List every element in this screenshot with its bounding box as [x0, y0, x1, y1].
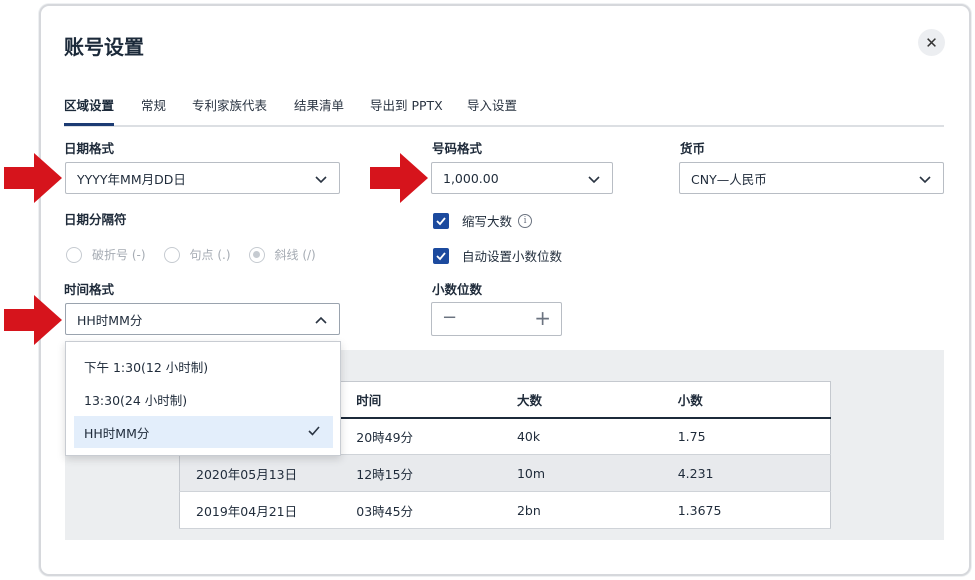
auto-decimals-label: 自动设置小数位数 — [462, 249, 563, 264]
abbreviate-large-checkbox[interactable]: 缩写大数 i — [433, 211, 533, 230]
date-format-value: YYYY年MM月DD日 — [77, 171, 186, 187]
chevron-down-icon — [315, 176, 327, 184]
currency-label: 货币 — [680, 141, 706, 156]
plus-button[interactable]: + — [534, 306, 551, 330]
dropdown-option-24h[interactable]: 13:30(24 小时制) — [66, 383, 340, 415]
table-cell: 1.75 — [661, 417, 831, 455]
tab-export-pptx[interactable]: 导出到 PPTX — [370, 95, 443, 114]
tab-region-settings[interactable]: 区域设置 — [64, 95, 115, 126]
date-format-select[interactable]: YYYY年MM月DD日 — [65, 162, 340, 194]
table-cell: 2020年05月13日 — [179, 454, 341, 492]
radio-label: 破折号 (-) — [92, 248, 146, 262]
table-cell: 20時49分 — [340, 417, 501, 455]
date-format-label: 日期格式 — [64, 141, 115, 156]
tab-patent-family-representative[interactable]: 专利家族代表 — [192, 95, 267, 114]
close-button[interactable]: ✕ — [918, 29, 945, 56]
table-cell: 12時15分 — [340, 454, 501, 492]
time-format-dropdown: 下午 1:30(12 小时制) 13:30(24 小时制) HH时MM分 — [65, 341, 341, 456]
time-format-select[interactable]: HH时MM分 — [65, 303, 340, 335]
annotation-arrow-icon — [4, 295, 62, 345]
table-cell: 1.3675 — [661, 491, 831, 529]
table-cell: 40k — [500, 417, 662, 455]
number-format-select[interactable]: 1,000.00 — [431, 162, 613, 194]
dropdown-option-hhmm[interactable]: HH时MM分 — [74, 416, 333, 448]
checkbox-checked-icon — [433, 247, 449, 264]
radio-label: 斜线 (/) — [274, 248, 316, 262]
chevron-down-icon — [588, 176, 600, 184]
table-row: 2020年05月13日 12時15分 10m 4.231 — [179, 454, 831, 492]
radio-circle — [66, 246, 82, 263]
currency-select[interactable]: CNY—人民币 — [679, 162, 944, 194]
checkbox-checked-icon — [433, 212, 449, 229]
header-time: 时间 — [340, 381, 501, 419]
table-cell: 2019年04月21日 — [179, 491, 341, 529]
tab-bar: 区域设置 常规 专利家族代表 结果清单 导出到 PPTX 导入设置 — [64, 95, 944, 127]
radio-slash[interactable]: 斜线 (/) — [248, 246, 316, 263]
radio-dash[interactable]: 破折号 (-) — [66, 246, 146, 263]
tab-general[interactable]: 常规 — [141, 95, 166, 114]
auto-decimals-checkbox[interactable]: 自动设置小数位数 — [433, 246, 562, 265]
table-row: 2019年04月21日 03時45分 2bn 1.3675 — [179, 491, 831, 529]
radio-period[interactable]: 句点 (.) — [163, 246, 231, 263]
minus-button[interactable]: − — [442, 307, 457, 328]
time-format-value: HH时MM分 — [77, 312, 143, 328]
dropdown-option-12h[interactable]: 下午 1:30(12 小时制) — [66, 350, 340, 382]
radio-circle-selected — [248, 246, 265, 263]
decimal-places-label: 小数位数 — [432, 282, 483, 297]
dropdown-option-label: HH时MM分 — [84, 425, 150, 441]
annotation-arrow-icon — [370, 153, 428, 203]
time-format-label: 时间格式 — [64, 282, 115, 297]
header-large-number: 大数 — [500, 381, 662, 419]
dialog-title: 账号设置 — [64, 35, 144, 59]
checkmark-icon — [308, 426, 320, 436]
annotation-arrow-icon — [4, 153, 62, 203]
decimal-places-stepper[interactable]: − + — [431, 302, 562, 336]
table-cell: 10m — [500, 454, 662, 492]
abbreviate-large-label: 缩写大数 — [462, 214, 513, 229]
number-format-label: 号码格式 — [432, 141, 483, 156]
info-icon[interactable]: i — [518, 213, 533, 228]
date-separator-radio-group: 破折号 (-) 句点 (.) 斜线 (/) — [66, 246, 334, 263]
table-cell: 4.231 — [661, 454, 831, 492]
radio-label: 句点 (.) — [189, 248, 231, 262]
chevron-down-icon — [919, 176, 931, 184]
currency-value: CNY—人民币 — [691, 171, 767, 187]
date-separator-label: 日期分隔符 — [64, 212, 127, 227]
table-cell: 2bn — [500, 491, 662, 529]
chevron-up-icon — [315, 316, 327, 324]
header-decimal: 小数 — [661, 381, 831, 419]
tab-import-settings[interactable]: 导入设置 — [467, 95, 517, 114]
radio-circle — [163, 246, 180, 263]
table-cell: 03時45分 — [340, 491, 501, 529]
number-format-value: 1,000.00 — [443, 170, 499, 186]
close-icon: ✕ — [925, 33, 938, 52]
tab-result-list[interactable]: 结果清单 — [294, 95, 344, 114]
